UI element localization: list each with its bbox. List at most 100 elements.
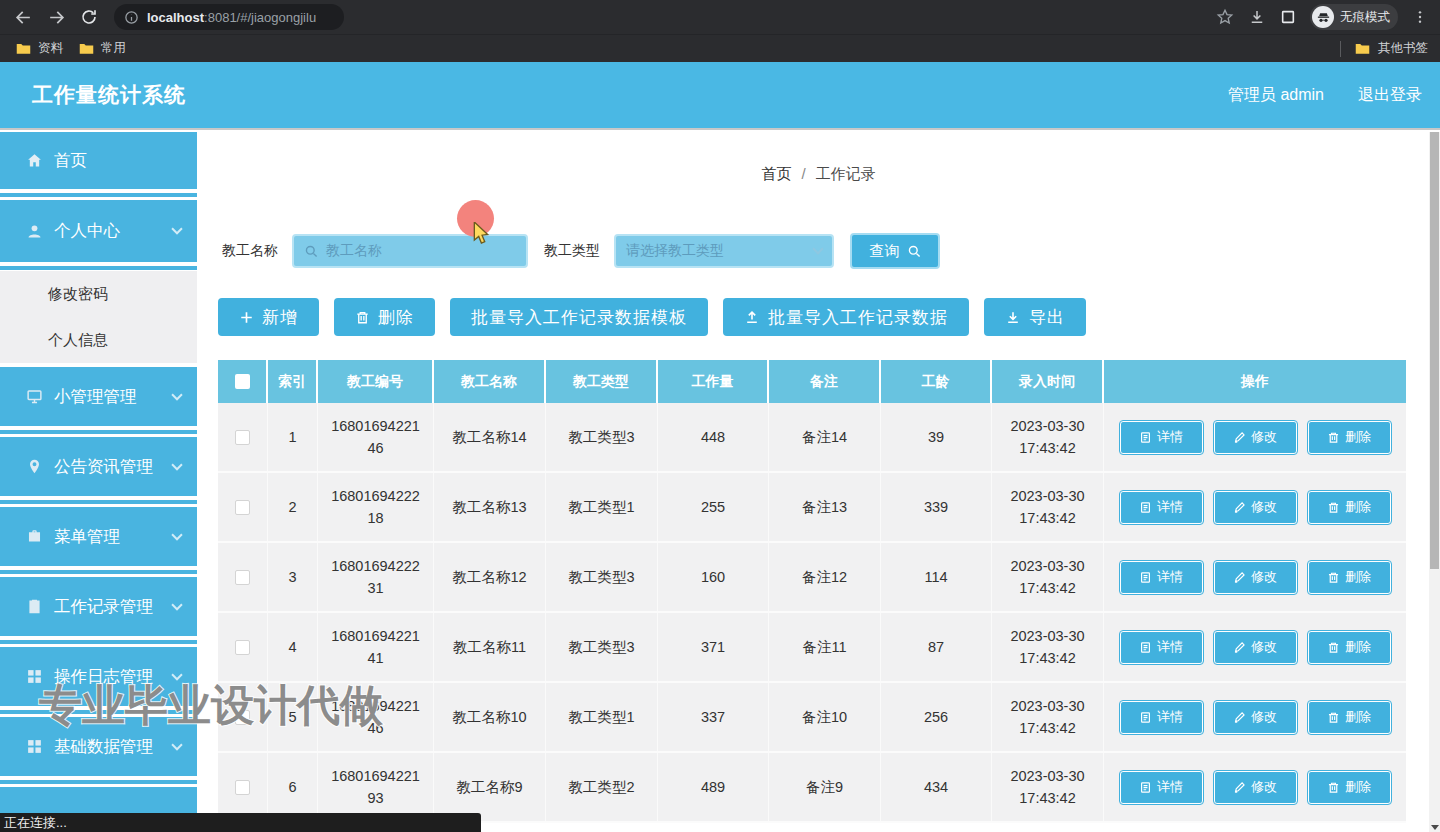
- breadcrumb-current: 工作记录: [816, 165, 876, 182]
- detail-button[interactable]: 详情: [1120, 561, 1203, 594]
- edit-button[interactable]: 修改: [1214, 771, 1297, 804]
- delete-button[interactable]: 删除: [334, 298, 435, 336]
- pencil-icon: [1233, 431, 1246, 444]
- current-user: 管理员 admin: [1228, 85, 1324, 106]
- main-content: 首页/工作记录 教工名称 教工名称 教工类型 请选择教工类型 查询 新增 删除 …: [197, 132, 1440, 832]
- menu-dots-icon[interactable]: [1412, 9, 1428, 25]
- bookmark-star-icon[interactable]: [1216, 8, 1234, 26]
- name-label: 教工名称: [222, 242, 278, 260]
- row-checkbox[interactable]: [235, 780, 250, 795]
- info-icon[interactable]: [124, 10, 139, 25]
- cell-staff-type: 教工类型3: [546, 403, 658, 471]
- bookmark-folder-2[interactable]: 常用: [79, 40, 126, 57]
- cell-workload: 448: [658, 403, 769, 471]
- reload-icon[interactable]: [80, 8, 98, 26]
- trash-icon: [1327, 711, 1340, 724]
- cell-workload: 255: [658, 473, 769, 541]
- edit-button[interactable]: 修改: [1214, 701, 1297, 734]
- row-delete-button[interactable]: 删除: [1308, 421, 1391, 454]
- pencil-icon: [1233, 711, 1246, 724]
- trash-icon: [1327, 571, 1340, 584]
- cell-staff-name: 教工名称10: [434, 683, 546, 751]
- detail-button[interactable]: 详情: [1120, 771, 1203, 804]
- forward-icon[interactable]: [47, 8, 66, 27]
- edit-button[interactable]: 修改: [1214, 561, 1297, 594]
- detail-button[interactable]: 详情: [1120, 491, 1203, 524]
- cell-index: 4: [268, 613, 318, 681]
- bookmark-folder-1[interactable]: 资料: [16, 40, 63, 57]
- detail-button[interactable]: 详情: [1120, 701, 1203, 734]
- detail-button[interactable]: 详情: [1120, 421, 1203, 454]
- chevron-down-icon: [171, 529, 182, 540]
- edit-button[interactable]: 修改: [1214, 421, 1297, 454]
- name-input[interactable]: 教工名称: [292, 234, 528, 268]
- location-pin-icon: [26, 458, 43, 475]
- row-checkbox[interactable]: [235, 500, 250, 515]
- cell-time: 2023-03-30 17:43:42: [992, 473, 1104, 541]
- table-body: 1 1680169422146 教工名称14 教工类型3 448 备注14 39…: [218, 403, 1406, 823]
- cell-staff-type: 教工类型3: [546, 543, 658, 611]
- table-row: 3 1680169422231 教工名称12 教工类型3 160 备注12 11…: [218, 543, 1406, 613]
- app-title: 工作量统计系统: [32, 81, 186, 109]
- row-checkbox[interactable]: [235, 570, 250, 585]
- trash-icon: [1327, 781, 1340, 794]
- document-icon: [1139, 711, 1152, 724]
- edit-button[interactable]: 修改: [1214, 491, 1297, 524]
- browser-toolbar: localhost:8081/#/jiaogongjilu 无痕模式: [0, 0, 1440, 34]
- row-delete-button[interactable]: 删除: [1308, 491, 1391, 524]
- breadcrumb-home[interactable]: 首页: [761, 165, 791, 182]
- download-icon[interactable]: [1248, 8, 1266, 26]
- app-header: 工作量统计系统 管理员 admin 退出登录: [0, 62, 1440, 130]
- sidebar-item-announcement[interactable]: 公告资讯管理: [0, 437, 197, 496]
- row-delete-button[interactable]: 删除: [1308, 631, 1391, 664]
- scrollbar-thumb[interactable]: [1430, 132, 1439, 569]
- cell-time: 2023-03-30 17:43:42: [992, 753, 1104, 821]
- cell-index: 6: [268, 753, 318, 821]
- breadcrumb: 首页/工作记录: [197, 165, 1440, 184]
- chevron-down-icon: [171, 459, 182, 470]
- scrollbar-down-arrow[interactable]: [1431, 825, 1439, 830]
- cell-staff-id: 1680169422146: [318, 403, 434, 471]
- row-checkbox[interactable]: [235, 430, 250, 445]
- url-bar[interactable]: localhost:8081/#/jiaogongjilu: [114, 4, 344, 30]
- sidebar-subitem-password[interactable]: 修改密码: [0, 271, 197, 317]
- detail-button[interactable]: 详情: [1120, 631, 1203, 664]
- tab-preview-icon[interactable]: [1280, 9, 1296, 25]
- row-delete-button[interactable]: 删除: [1308, 701, 1391, 734]
- url-text: localhost:8081/#/jiaogongjilu: [147, 10, 316, 25]
- home-icon: [26, 152, 43, 169]
- cell-age: 39: [881, 403, 992, 471]
- briefcase-icon: [26, 528, 43, 545]
- scrollbar[interactable]: [1429, 132, 1440, 832]
- col-header-id: 教工编号: [318, 360, 434, 403]
- cell-staff-type: 教工类型1: [546, 683, 658, 751]
- cell-staff-type: 教工类型2: [546, 753, 658, 821]
- row-delete-button[interactable]: 删除: [1308, 771, 1391, 804]
- add-button[interactable]: 新增: [218, 298, 319, 336]
- row-delete-button[interactable]: 删除: [1308, 561, 1391, 594]
- select-all-checkbox[interactable]: [235, 374, 250, 389]
- query-button[interactable]: 查询: [850, 233, 940, 269]
- import-button[interactable]: 批量导入工作记录数据: [723, 298, 969, 336]
- col-header-workload: 工作量: [658, 360, 769, 403]
- export-button[interactable]: 导出: [984, 298, 1086, 336]
- sidebar-item-menu[interactable]: 菜单管理: [0, 507, 197, 566]
- cell-staff-type: 教工类型3: [546, 613, 658, 681]
- sidebar-item-home[interactable]: 首页: [0, 132, 197, 189]
- sidebar-item-profile[interactable]: 个人中心: [0, 200, 197, 262]
- type-select[interactable]: 请选择教工类型: [614, 234, 834, 268]
- cell-time: 2023-03-30 17:43:42: [992, 543, 1104, 611]
- edit-button[interactable]: 修改: [1214, 631, 1297, 664]
- back-icon[interactable]: [14, 8, 33, 27]
- sidebar-subitem-info[interactable]: 个人信息: [0, 317, 197, 363]
- sidebar-item-workrecord[interactable]: 工作记录管理: [0, 577, 197, 636]
- col-header-age: 工龄: [881, 360, 992, 403]
- incognito-badge: 无痕模式: [1310, 4, 1398, 30]
- col-header-remark: 备注: [769, 360, 881, 403]
- logout-link[interactable]: 退出登录: [1358, 85, 1422, 106]
- cell-remark: 备注12: [769, 543, 881, 611]
- sidebar-item-admin[interactable]: 小管理管理: [0, 367, 197, 426]
- row-checkbox[interactable]: [235, 640, 250, 655]
- import-template-button[interactable]: 批量导入工作记录数据模板: [450, 298, 708, 336]
- other-bookmarks[interactable]: 其他书签: [1340, 40, 1428, 57]
